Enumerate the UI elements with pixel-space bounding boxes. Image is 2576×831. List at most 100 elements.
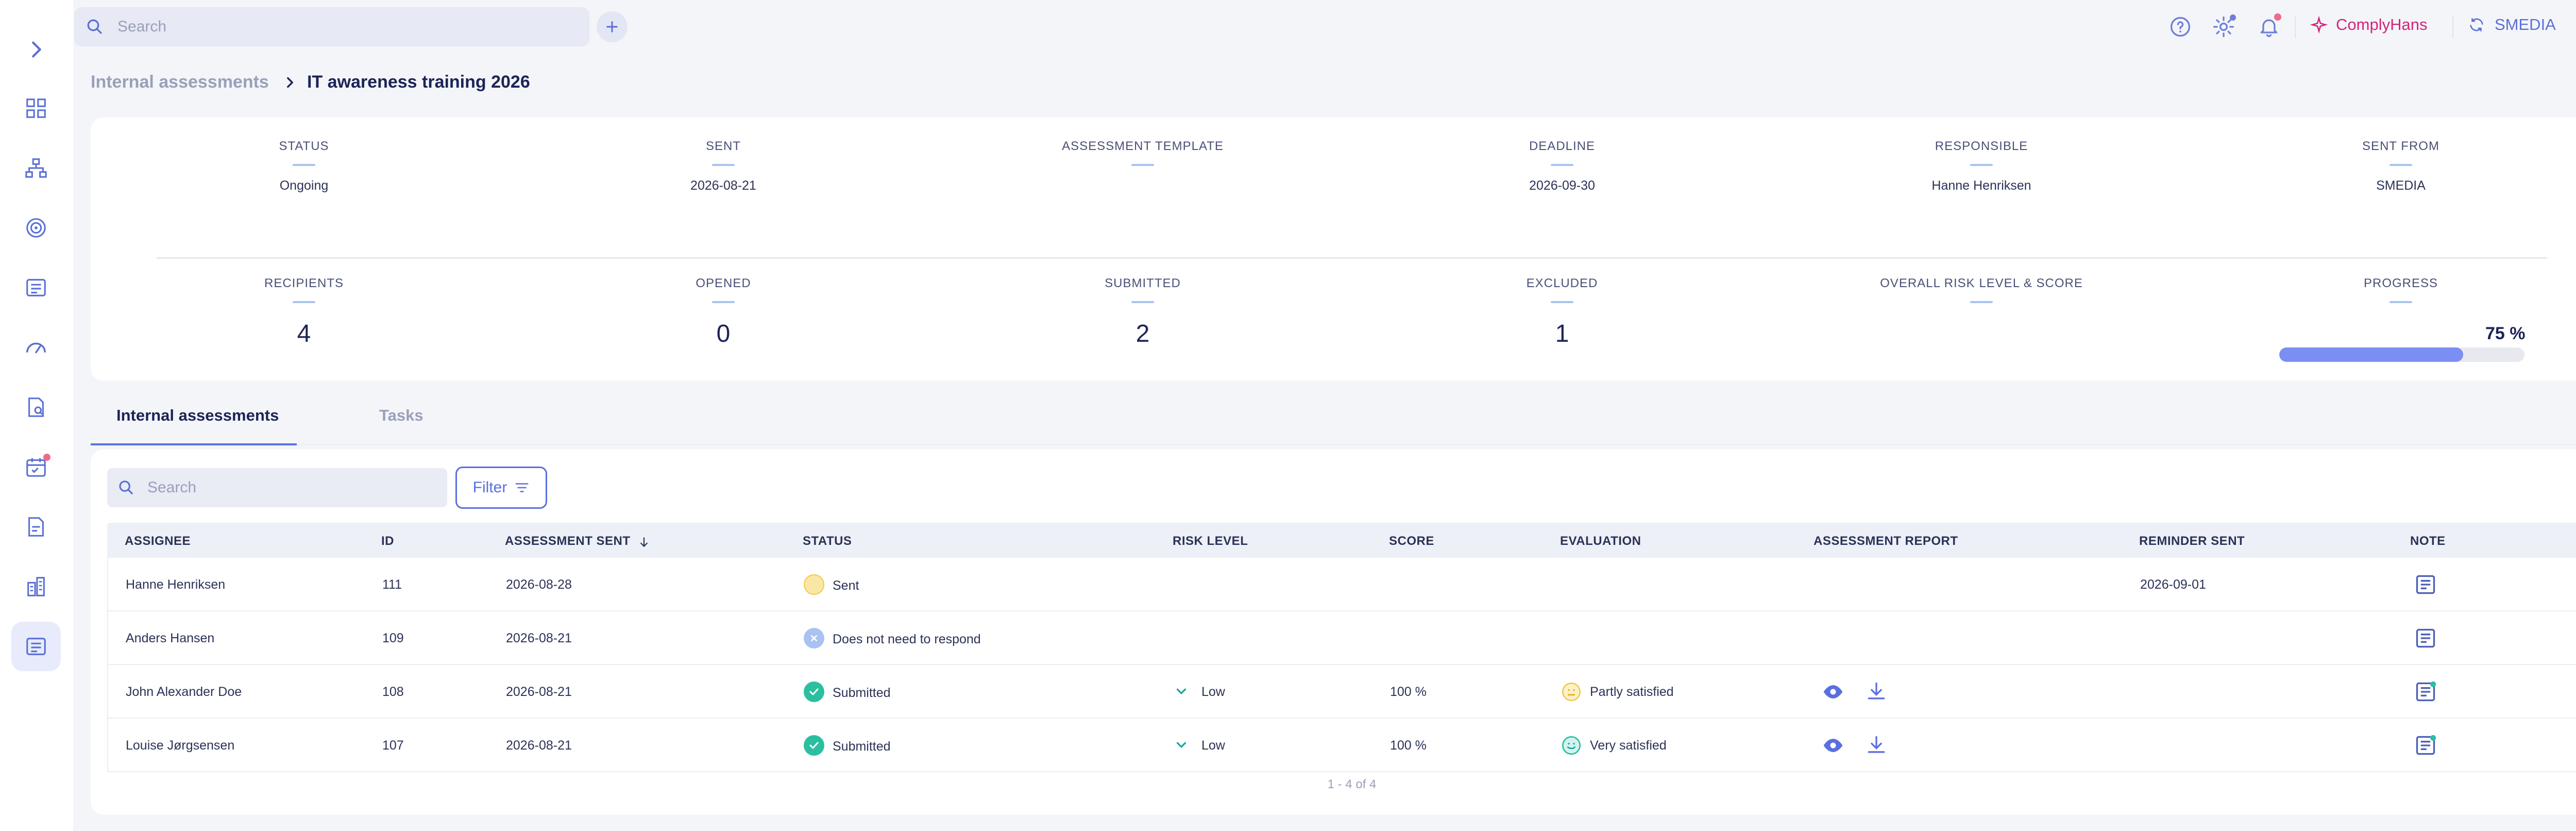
column-assignee[interactable]: ASSIGNEE (125, 534, 191, 549)
cell-risk-level: Low (1201, 738, 1225, 753)
cell-assessment-sent: 2026-08-21 (506, 685, 572, 699)
cell-evaluation: Very satisfied (1590, 738, 1667, 753)
column-status[interactable]: STATUS (803, 534, 852, 549)
column-reminder-sent[interactable]: REMINDER SENT (2139, 534, 2245, 549)
row-menu-button[interactable] (2570, 630, 2576, 649)
stat-label: OVERALL RISK LEVEL & SCORE (1880, 276, 2083, 290)
column-score[interactable]: SCORE (1389, 534, 1434, 549)
stat-progress: PROGRESS (2246, 276, 2555, 303)
stat-value: 2026-08-21 (690, 178, 756, 193)
stat-value: Hanne Henriksen (1931, 178, 2031, 193)
breadcrumb-parent[interactable]: Internal assessments (91, 72, 269, 92)
cell-id: 111 (382, 577, 402, 592)
cell-id: 107 (382, 738, 404, 753)
add-button[interactable] (597, 11, 628, 42)
stat-underline (293, 164, 315, 166)
assessment-summary-card: STATUS Ongoing SENT 2026-08-21 ASSESSMEN… (91, 118, 2576, 380)
note-icon (2416, 628, 2435, 648)
view-report-button[interactable] (1822, 734, 1844, 759)
tab-tasks[interactable]: Tasks (379, 406, 423, 425)
table-header: ASSIGNEE ID ASSESSMENT SENT STATUS RISK … (107, 523, 2576, 558)
eye-icon (1823, 685, 1843, 699)
assessments-table: ASSIGNEE ID ASSESSMENT SENT STATUS RISK … (107, 523, 2576, 772)
help-button[interactable] (2165, 11, 2196, 42)
stat-deadline: DEADLINE 2026-09-30 (1408, 139, 1717, 193)
risk-expand-icon[interactable] (1174, 684, 1189, 702)
cell-score: 100 % (1390, 685, 1427, 699)
company-switcher[interactable]: ComplyHans (2310, 15, 2427, 34)
cell-assignee: Anders Hansen (126, 631, 215, 645)
search-placeholder: Search (147, 479, 197, 496)
sidebar-item-buildings[interactable] (11, 562, 61, 611)
note-button[interactable] (2414, 627, 2437, 652)
table-row[interactable]: John Alexander Doe 108 2026-08-21 Submit… (107, 665, 2576, 719)
document-search-icon (28, 397, 44, 417)
table-search-input[interactable]: Search (107, 468, 447, 507)
sidebar-item-organization[interactable] (11, 143, 61, 193)
sidebar-item-performance[interactable] (11, 323, 61, 372)
notification-dot (43, 454, 50, 461)
tab-internal-assessments[interactable]: Internal assessments (116, 406, 279, 425)
sidebar (0, 0, 74, 831)
column-label: ASSESSMENT SENT (505, 534, 631, 548)
expand-sidebar-button[interactable] (11, 25, 61, 74)
view-report-button[interactable] (1822, 680, 1844, 706)
help-icon (2170, 16, 2191, 37)
active-tab-indicator (91, 443, 297, 445)
download-report-button[interactable] (1865, 680, 1888, 706)
sidebar-item-systems[interactable] (11, 263, 61, 312)
row-menu-button[interactable] (2570, 684, 2576, 702)
column-assessment-sent[interactable]: ASSESSMENT SENT (505, 534, 651, 549)
stat-label: SENT (705, 139, 741, 153)
note-button[interactable] (2414, 680, 2437, 706)
table-row[interactable]: Louise Jørgsensen 107 2026-08-21 Submitt… (107, 719, 2576, 772)
stat-opened: OPENED 0 (569, 276, 878, 348)
status-submitted-icon (804, 735, 824, 756)
global-search-input[interactable]: Search (74, 7, 589, 46)
top-bar: Search ComplyHans SMEDIA JM (74, 0, 2576, 56)
cell-id: 108 (382, 685, 404, 699)
stat-underline (1970, 164, 1993, 166)
sidebar-item-risk[interactable] (11, 203, 61, 253)
risk-expand-icon[interactable] (1174, 737, 1189, 755)
sidebar-item-calendar[interactable] (11, 442, 61, 492)
row-menu-button[interactable] (2570, 737, 2576, 756)
column-id[interactable]: ID (381, 534, 394, 549)
cell-assessment-sent: 2026-08-21 (506, 738, 572, 753)
note-button[interactable] (2414, 734, 2437, 759)
organization-switcher[interactable]: SMEDIA (2468, 15, 2556, 34)
stat-value: 1 (1555, 320, 1569, 347)
column-assessment-report[interactable]: ASSESSMENT REPORT (1814, 534, 1958, 549)
column-note[interactable]: NOTE (2410, 534, 2446, 549)
table-row[interactable]: Hanne Henriksen 111 2026-08-28 Sent 2026… (107, 558, 2576, 611)
sidebar-item-documents[interactable] (11, 383, 61, 432)
stat-label: SUBMITTED (1105, 276, 1181, 290)
sidebar-item-assessments[interactable] (11, 622, 61, 671)
refresh-icon (2470, 18, 2483, 31)
assessment-icon (26, 638, 46, 655)
sidebar-item-reports[interactable] (11, 502, 61, 552)
filter-button[interactable]: Filter (455, 467, 547, 509)
stat-underline (712, 301, 735, 303)
row-menu-button[interactable] (2570, 576, 2576, 595)
cell-status: Does not need to respond (833, 632, 981, 646)
sidebar-item-dashboard[interactable] (11, 84, 61, 133)
stat-value: 4 (297, 320, 311, 347)
building-icon (27, 577, 45, 596)
status-submitted-icon (804, 682, 824, 702)
column-evaluation[interactable]: EVALUATION (1560, 534, 1641, 549)
stat-value: 2026-09-30 (1529, 178, 1595, 193)
column-risk-level[interactable]: RISK LEVEL (1173, 534, 1248, 549)
note-button[interactable] (2414, 573, 2437, 599)
stat-value: Ongoing (279, 178, 329, 193)
settings-button[interactable] (2208, 11, 2239, 42)
download-report-button[interactable] (1865, 734, 1888, 759)
target-icon (26, 218, 46, 238)
smile-face-icon (1561, 735, 1582, 758)
download-icon (1868, 736, 1885, 753)
table-row[interactable]: Anders Hansen 109 2026-08-21 Does not ne… (107, 611, 2576, 665)
stat-sent-from: SENT FROM SMEDIA (2246, 139, 2555, 193)
cell-assignee: Hanne Henriksen (126, 577, 226, 592)
notifications-button[interactable] (2253, 11, 2284, 42)
cell-status: Submitted (833, 686, 891, 700)
